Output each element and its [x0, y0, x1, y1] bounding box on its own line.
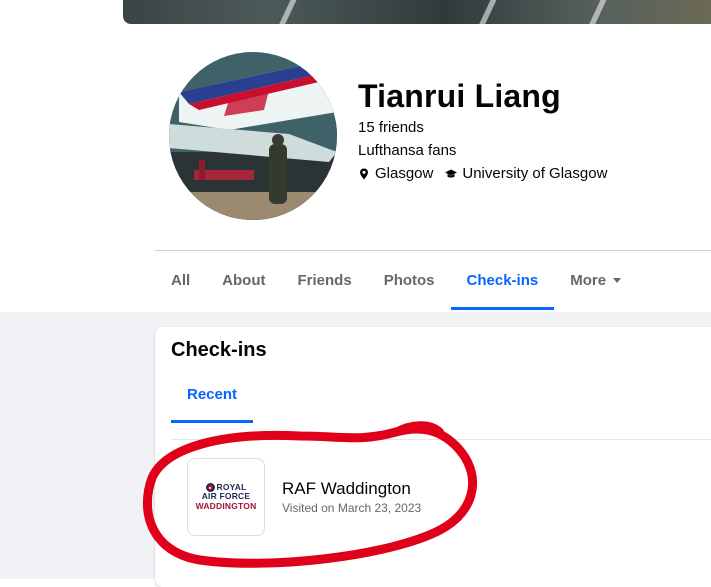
profile-details: Glasgow University of Glasgow	[358, 165, 607, 182]
location-pin-icon	[360, 168, 368, 179]
raf-roundel-icon	[205, 483, 215, 492]
cover-line	[583, 0, 609, 24]
tab-check-ins[interactable]: Check-ins	[450, 252, 555, 310]
profile-intro: Lufthansa fans	[358, 142, 457, 159]
tab-about[interactable]: About	[206, 252, 281, 310]
graduation-cap-icon	[445, 169, 458, 177]
profile-name: Tianrui Liang	[358, 78, 561, 114]
check-in-text: RAF Waddington Visited on March 23, 2023	[282, 479, 421, 515]
education-detail: University of Glasgow	[445, 165, 607, 182]
location-detail: Glasgow	[358, 165, 433, 182]
check-ins-card: Check-ins Recent ROYAL AIR FORCE WADDING…	[155, 327, 711, 587]
airplane-photo	[169, 52, 337, 220]
profile-picture[interactable]	[169, 52, 337, 220]
check-ins-title: Check-ins	[171, 339, 267, 361]
tab-recent[interactable]: Recent	[171, 371, 254, 423]
tab-label: More	[570, 272, 607, 289]
logo-line-waddington: WADDINGTON	[195, 501, 257, 511]
tab-friends[interactable]: Friends	[282, 252, 368, 310]
place-logo[interactable]: ROYAL AIR FORCE WADDINGTON	[187, 458, 265, 536]
tab-all[interactable]: All	[155, 252, 206, 310]
education-text: University of Glasgow	[462, 165, 608, 182]
check-in-item[interactable]: ROYAL AIR FORCE WADDINGTON RAF Waddingto…	[187, 457, 707, 537]
tab-label: About	[222, 272, 266, 289]
tab-label: Check-ins	[466, 272, 539, 289]
tab-more[interactable]: More	[554, 252, 637, 310]
tab-label: Photos	[383, 272, 435, 289]
cover-photo[interactable]	[123, 0, 711, 24]
place-name[interactable]: RAF Waddington	[282, 479, 421, 499]
tab-label: All	[171, 272, 191, 289]
visit-date: Visited on March 23, 2023	[282, 501, 422, 515]
cover-line	[273, 0, 299, 24]
header-divider	[155, 250, 711, 251]
tab-photos[interactable]: Photos	[368, 252, 451, 310]
profile-tabs: All About Friends Photos Check-ins More	[155, 252, 637, 312]
tab-label: Friends	[297, 272, 352, 289]
card-divider	[171, 439, 711, 440]
caret-down-icon	[613, 277, 622, 283]
cover-line	[473, 0, 499, 24]
friends-count[interactable]: 15 friends	[358, 119, 424, 136]
logo-line-air-force: AIR FORCE	[201, 491, 251, 501]
location-text: Glasgow	[375, 165, 434, 182]
